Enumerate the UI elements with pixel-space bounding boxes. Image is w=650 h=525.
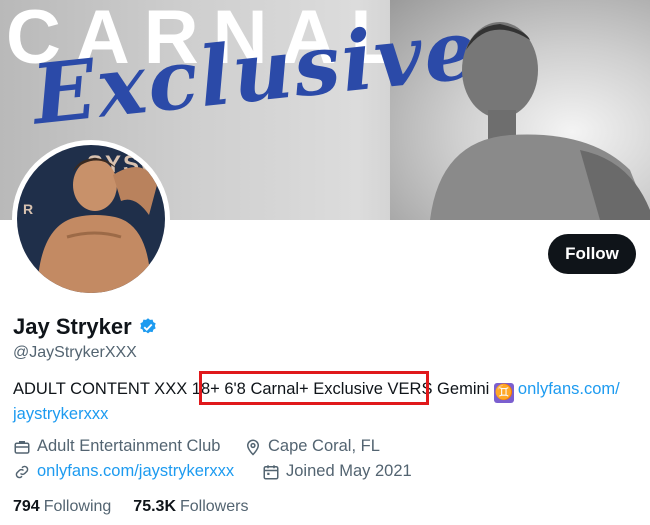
followers-count: 75.3K: [133, 498, 176, 515]
location-label: Cape Coral, FL: [268, 437, 380, 455]
verified-badge-icon[interactable]: [138, 317, 158, 337]
website-link[interactable]: onlyfans.com/jaystrykerxxx: [37, 462, 234, 481]
following-label: Following: [43, 498, 112, 515]
profile-avatar[interactable]: SYSC R: [12, 140, 170, 298]
gemini-icon: ♊: [493, 383, 514, 403]
profile-location: Cape Coral, FL: [244, 437, 380, 456]
banner-model-photo: [430, 22, 650, 220]
following-count: 794: [13, 498, 40, 515]
profile-website[interactable]: onlyfans.com/jaystrykerxxx: [13, 462, 234, 481]
profile-name-row: Jay Stryker: [13, 314, 158, 340]
follow-button[interactable]: Follow: [548, 234, 636, 274]
link-icon: [15, 465, 29, 478]
highlight-box: [199, 371, 429, 405]
profile-joined: Joined May 2021: [262, 462, 412, 481]
profile-stats: 794 Following 75.3K Followers: [13, 498, 248, 516]
location-pin-icon: [246, 439, 260, 456]
avatar-photo: SYSC R: [17, 145, 165, 293]
followers-label: Followers: [180, 498, 249, 515]
bio-link-continued[interactable]: jaystrykerxxx: [13, 405, 108, 423]
following-stat[interactable]: 794 Following: [13, 498, 111, 516]
profile-name: Jay Stryker: [13, 314, 132, 339]
joined-label: Joined May 2021: [286, 462, 412, 480]
followers-stat[interactable]: 75.3K Followers: [133, 498, 248, 516]
category-label: Adult Entertainment Club: [37, 437, 221, 455]
bio-link[interactable]: onlyfans.com/: [518, 380, 620, 398]
profile-category: Adult Entertainment Club: [13, 437, 220, 456]
calendar-icon: [263, 464, 279, 479]
briefcase-icon: [14, 440, 30, 454]
profile-handle: @JayStrykerXXX: [13, 344, 137, 361]
